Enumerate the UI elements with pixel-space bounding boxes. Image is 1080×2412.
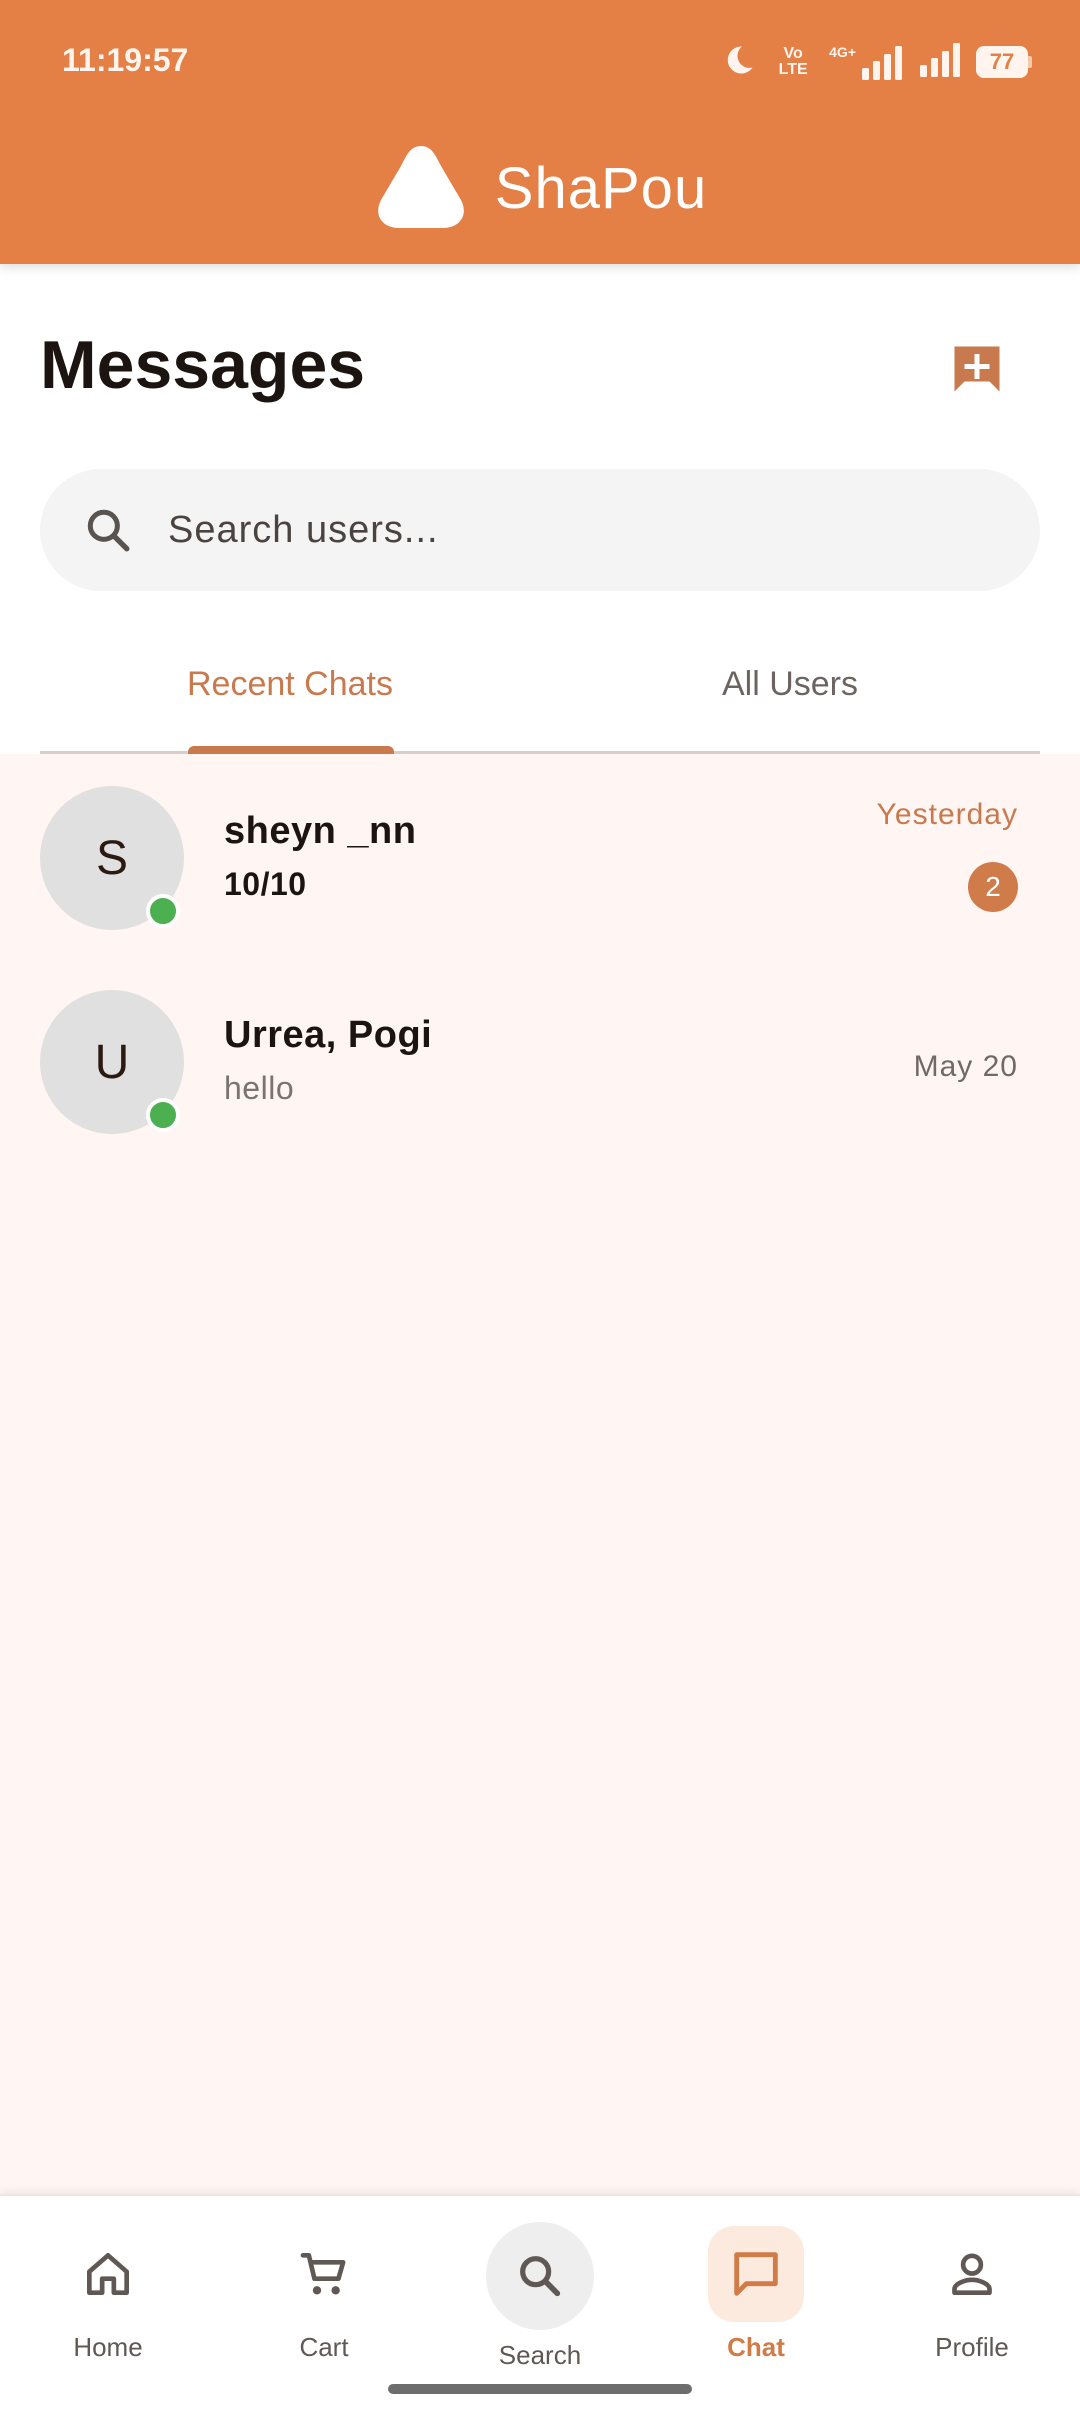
search-input[interactable] <box>168 508 1040 552</box>
online-status-dot <box>146 1098 180 1132</box>
network-type-label: 4G+ <box>829 44 856 60</box>
chat-list-item[interactable]: U Urrea, Pogi hello May 20 <box>0 958 1080 1162</box>
tab-label: All Users <box>721 665 859 703</box>
chat-icon <box>734 2252 778 2296</box>
tab-recent-chats[interactable]: Recent Chats <box>40 640 540 751</box>
nav-label: Search <box>498 2340 582 2370</box>
add-comment-icon <box>954 346 1000 392</box>
nav-cart[interactable]: Cart <box>216 2196 432 2386</box>
app-name: ShaPou <box>494 155 708 221</box>
nav-search[interactable]: Search <box>432 2196 648 2386</box>
tab-all-users[interactable]: All Users <box>540 640 1040 751</box>
avatar-initial: S <box>95 831 128 885</box>
battery-icon: 77 <box>976 46 1032 78</box>
unread-badge: 2 <box>968 862 1018 912</box>
cart-icon <box>300 2253 346 2295</box>
battery-level: 77 <box>989 49 1015 74</box>
app-root: 11:19:57 Vo LTE 4G+ 77 ShaPou Messages S… <box>0 0 1080 2412</box>
chat-name: sheyn _nn <box>224 810 417 852</box>
page-title: Messages <box>40 327 366 403</box>
chat-preview: 10/10 <box>224 866 307 902</box>
profile-icon <box>952 2253 992 2295</box>
nav-chat[interactable]: Chat <box>648 2196 864 2386</box>
nav-label: Profile <box>935 2332 1009 2362</box>
chat-time: May 20 <box>913 1050 1018 1083</box>
nav-label: Home <box>73 2332 143 2362</box>
chat-name: Urrea, Pogi <box>224 1014 433 1056</box>
avatar-initial: U <box>94 1035 130 1089</box>
dnd-moon-icon <box>721 42 757 83</box>
status-icons: Vo LTE 4G+ 77 <box>721 40 1032 84</box>
home-icon <box>87 2253 129 2295</box>
chat-tabs: Recent Chats All Users <box>40 640 1040 754</box>
chat-list: S sheyn _nn 10/10 Yesterday 2 U Urrea, P… <box>0 754 1080 2194</box>
search-icon <box>520 2256 561 2297</box>
signal-icon <box>918 42 962 82</box>
nav-profile[interactable]: Profile <box>864 2196 1080 2386</box>
nav-label: Cart <box>299 2332 349 2362</box>
volte-icon: Vo LTE <box>778 45 808 78</box>
app-header: 11:19:57 Vo LTE 4G+ 77 ShaPou <box>0 0 1080 264</box>
brand: ShaPou <box>0 140 1080 236</box>
logo-icon <box>373 142 469 235</box>
signal-4g-icon: 4G+ <box>829 44 904 80</box>
tab-indicator <box>188 746 394 754</box>
search-bar[interactable] <box>40 469 1040 591</box>
gesture-home-indicator[interactable] <box>388 2384 692 2394</box>
chat-preview: hello <box>224 1070 295 1106</box>
status-time: 11:19:57 <box>62 42 189 78</box>
bottom-navigation: Home Cart Search Chat Profile <box>0 2194 1080 2412</box>
online-status-dot <box>146 894 180 928</box>
chat-list-item[interactable]: S sheyn _nn 10/10 Yesterday 2 <box>0 754 1080 958</box>
new-chat-button[interactable] <box>940 332 1014 406</box>
search-icon <box>80 502 136 558</box>
nav-label: Chat <box>727 2332 785 2362</box>
nav-home[interactable]: Home <box>0 2196 216 2386</box>
tab-label: Recent Chats <box>187 665 393 703</box>
chat-time: Yesterday <box>876 798 1018 831</box>
